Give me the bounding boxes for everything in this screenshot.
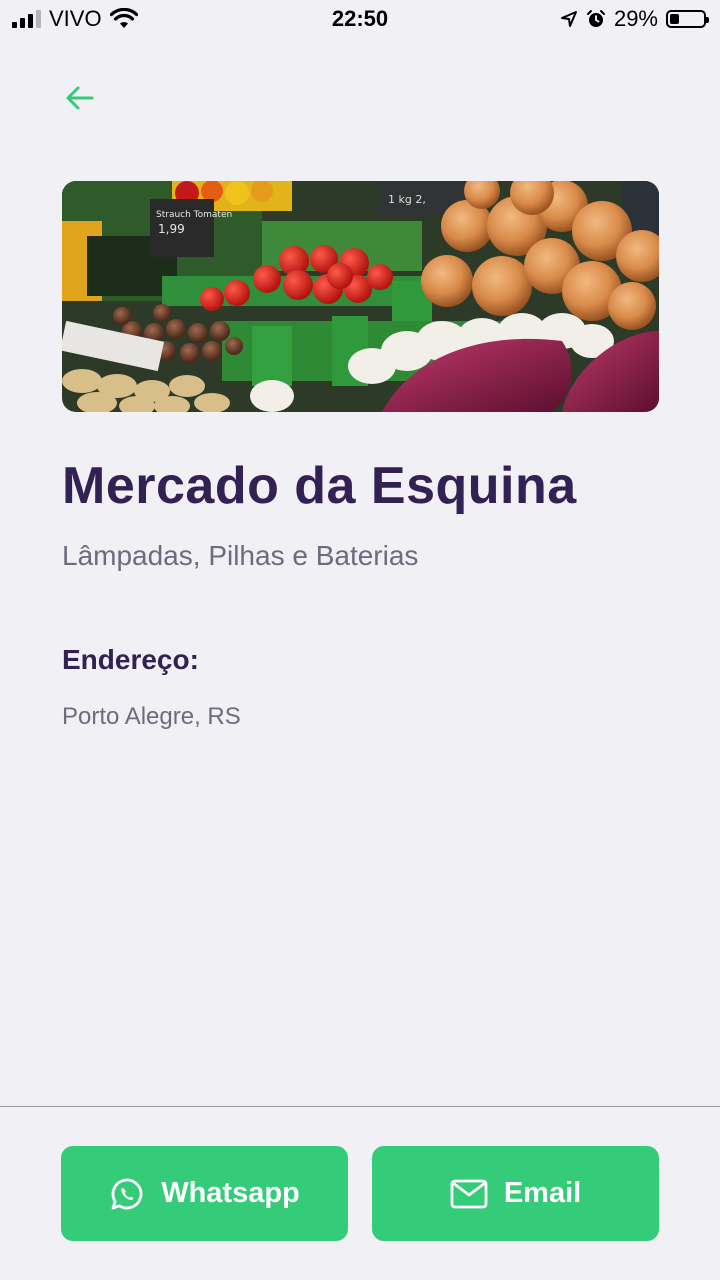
whatsapp-label: Whatsapp [161, 1177, 300, 1209]
svg-text:Strauch Tomaten: Strauch Tomaten [156, 210, 232, 220]
alarm-icon [586, 10, 605, 27]
address-label: Endereço: [62, 644, 199, 675]
whatsapp-icon [111, 1178, 143, 1209]
mail-icon [450, 1179, 488, 1208]
back-button[interactable] [62, 80, 98, 116]
status-right: 29% [560, 6, 709, 32]
status-bar: VIVO 22:50 29% [0, 0, 720, 40]
battery-percent: 29% [613, 6, 658, 31]
whatsapp-button[interactable]: Whatsapp [61, 1146, 348, 1241]
svg-text:1 kg 2,: 1 kg 2, [388, 193, 426, 206]
location-icon [560, 11, 577, 27]
point-items: Lâmpadas, Pilhas e Baterias [62, 540, 419, 571]
point-title: Mercado da Esquina [62, 457, 577, 515]
battery-icon [666, 10, 709, 28]
email-label: Email [503, 1177, 582, 1209]
point-image: Strauch Tomaten 1,99 1 kg 2, [62, 181, 659, 412]
svg-text:1,99: 1,99 [158, 222, 185, 236]
arrow-left-icon [66, 86, 94, 110]
footer-divider [0, 1106, 720, 1107]
address-value: Porto Alegre, RS [62, 703, 241, 730]
email-button[interactable]: Email [372, 1146, 659, 1241]
